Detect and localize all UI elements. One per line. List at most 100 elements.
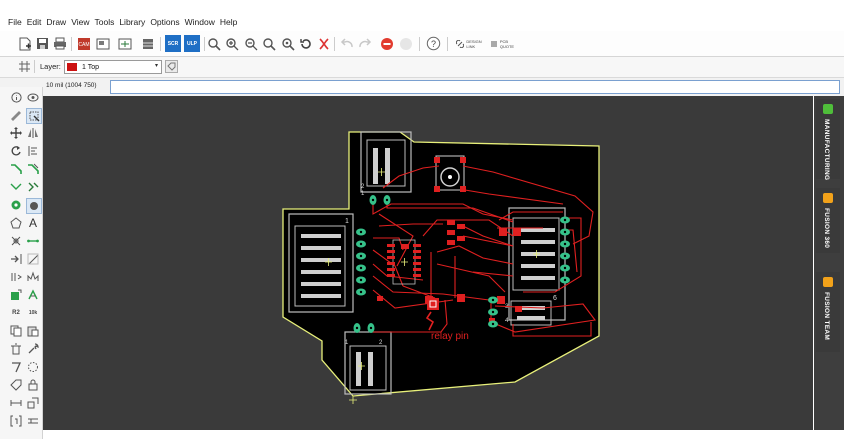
name-icon[interactable]: R2 [9,306,23,320]
wire-icon[interactable] [26,234,40,248]
pin-number: 1 [345,218,349,225]
zoom-window-icon[interactable] [261,36,276,51]
tab-fusion-team-label: FUSION TEAM [823,292,830,341]
arc-icon[interactable] [26,252,40,266]
new-file-icon[interactable] [17,36,32,51]
help-icon[interactable]: ? [426,36,441,51]
menu-file[interactable]: File [8,17,22,27]
refresh-icon[interactable] [298,36,313,51]
add-part-icon[interactable] [9,288,23,302]
menu-help[interactable]: Help [220,17,237,27]
route-icon[interactable] [9,162,23,176]
value-icon[interactable]: 10k [26,306,40,320]
go-icon[interactable] [398,36,413,51]
pcb-quote-button[interactable]: PCB QUOTE [487,36,517,51]
menu-options[interactable]: Options [150,17,179,27]
manufacturing-icon [823,104,833,114]
tab-fusion-team[interactable]: FUSION TEAM [816,272,840,352]
menu-window[interactable]: Window [185,17,215,27]
toolbar-separator [71,37,72,51]
zoom-select-icon[interactable] [280,36,295,51]
layer-settings-icon[interactable] [165,60,178,78]
tag-icon[interactable] [9,378,23,392]
wrench-icon[interactable] [26,342,40,356]
display-icon[interactable] [9,108,23,122]
attribute-icon[interactable] [9,414,23,428]
show-icon[interactable] [26,90,40,104]
layers-icon[interactable] [140,36,155,51]
polygon-icon[interactable] [9,216,23,230]
fusion-team-icon [823,277,833,287]
undo-icon[interactable] [339,36,354,51]
menu-edit[interactable]: Edit [27,17,42,27]
mirror-icon[interactable] [26,126,40,140]
schematic-view-icon[interactable] [117,36,132,51]
svg-text:?: ? [431,39,436,49]
cam-processor-icon[interactable]: CAM [76,36,91,51]
tab-fusion-360[interactable]: FUSION 360 [816,188,840,253]
dimension-icon[interactable] [9,396,23,410]
tab-manufacturing[interactable]: MANUFACTURING [816,99,840,181]
run-script-button[interactable]: SCR [165,35,181,52]
align-icon[interactable] [26,144,40,158]
relay-pin-annotation: relay pin [431,331,469,342]
autorouter-icon[interactable] [26,288,40,302]
ripup-icon[interactable] [26,162,40,176]
menu-draw[interactable]: Draw [46,17,66,27]
rotate-icon[interactable] [9,144,23,158]
zoom-out-icon[interactable] [243,36,258,51]
run-ulp-button[interactable]: ULP [184,35,200,52]
save-icon[interactable] [35,36,50,51]
print-icon[interactable] [52,36,67,51]
bus-icon[interactable] [9,270,23,284]
zoom-fit-icon[interactable] [206,36,221,51]
layer-select[interactable]: 1 Top ▾ [64,60,162,74]
hole-icon[interactable] [26,198,42,214]
smash-icon[interactable] [26,396,40,410]
pin-number: 4 [505,317,509,324]
chevron-down-icon: ▾ [154,63,158,69]
pcb-drawing[interactable]: 2 1 1 2 1 3 4 6 relay pin [43,96,813,430]
board-view-icon[interactable] [95,36,110,51]
miter-icon[interactable] [9,234,23,248]
toolbar-separator [34,60,35,73]
copy-icon[interactable] [9,324,23,338]
command-input[interactable] [110,80,840,94]
board-canvas[interactable]: 2 1 1 2 1 3 4 6 relay pin [43,96,813,430]
change-icon[interactable] [9,360,23,374]
tool-palette: A R2 10k [0,87,43,439]
arrow-in-icon[interactable] [9,252,23,266]
optimize-icon[interactable] [26,180,40,194]
side-panel: MANUFACTURING FUSION 360 FUSION TEAM [814,96,844,430]
via-icon[interactable] [9,198,23,212]
svg-text:CAM: CAM [78,42,89,48]
toolbar-separator [419,37,420,51]
menu-library[interactable]: Library [119,17,145,27]
info-icon[interactable] [9,90,23,104]
mark-icon[interactable] [26,414,40,428]
redo-icon[interactable] [357,36,372,51]
meander-icon[interactable] [26,360,40,374]
zoom-in-icon[interactable] [224,36,239,51]
toolbar-separator [334,37,335,51]
tab-manufacturing-label: MANUFACTURING [823,119,830,181]
stop-icon[interactable] [379,36,394,51]
layer-select-value: 1 Top [82,63,99,71]
lock-icon[interactable] [26,378,40,392]
delete-icon[interactable] [9,342,23,356]
split-icon[interactable] [9,180,23,194]
toolbar-separator [204,37,205,51]
fusion-360-icon [823,193,833,203]
menu-view[interactable]: View [71,17,89,27]
parameter-toolbar: Layer: 1 Top ▾ [0,57,844,78]
text-tool-icon[interactable]: A [26,216,40,230]
grid-icon[interactable] [18,60,31,78]
ratsnest-icon[interactable] [316,36,331,51]
select-icon[interactable] [26,108,42,124]
signal-icon[interactable] [26,270,40,284]
design-link-button[interactable]: DESIGN LINK [452,36,486,51]
menu-tools[interactable]: Tools [94,17,114,27]
coordinate-display: 10 mil (1004 750) [46,82,97,89]
move-icon[interactable] [9,126,23,140]
paste-icon[interactable] [26,324,40,338]
